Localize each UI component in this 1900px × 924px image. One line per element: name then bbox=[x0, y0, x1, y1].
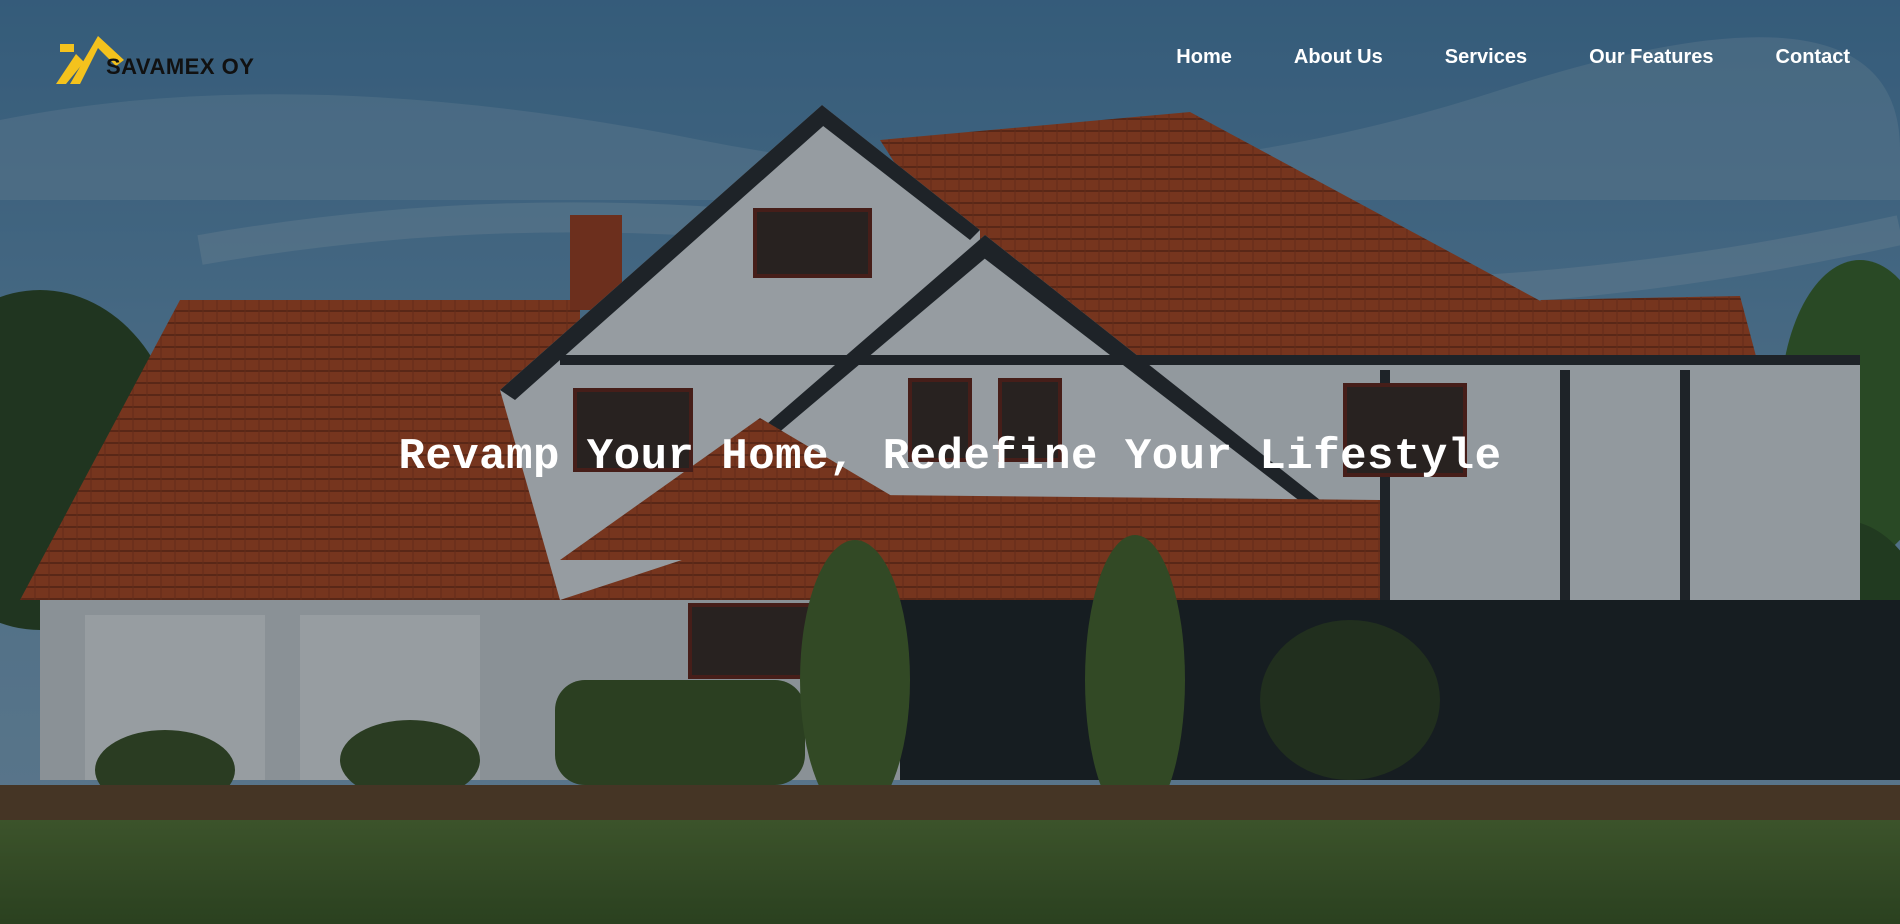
nav-home[interactable]: Home bbox=[1176, 46, 1232, 69]
brand-logo[interactable]: SAVAMEX OY bbox=[54, 30, 274, 90]
hero-headline: Revamp Your Home, Redefine Your Lifestyl… bbox=[398, 432, 1502, 482]
top-navbar: SAVAMEX OY Home About Us Services Our Fe… bbox=[0, 0, 1900, 120]
nav-our-features[interactable]: Our Features bbox=[1589, 46, 1713, 69]
nav-about-us[interactable]: About Us bbox=[1294, 46, 1383, 69]
nav-contact[interactable]: Contact bbox=[1776, 46, 1850, 69]
main-nav: Home About Us Services Our Features Cont… bbox=[1114, 46, 1850, 69]
brand-name: SAVAMEX OY bbox=[106, 54, 255, 79]
nav-services[interactable]: Services bbox=[1445, 46, 1527, 69]
